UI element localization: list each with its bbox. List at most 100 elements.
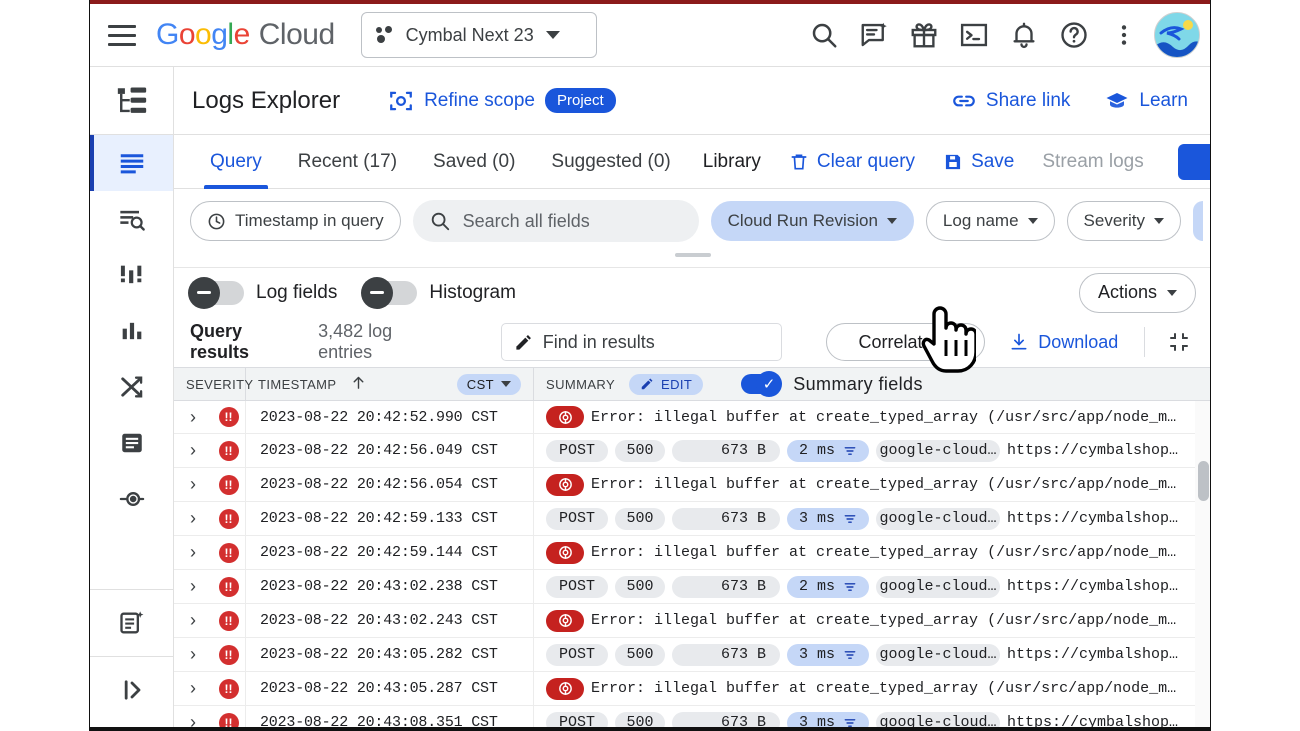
stream-logs-button[interactable]: Stream logs	[1028, 151, 1157, 173]
query-tabs: Query Recent (17) Saved (0) Suggested (0…	[174, 135, 1210, 189]
tab-saved[interactable]: Saved (0)	[415, 135, 533, 189]
tab-label: Saved (0)	[433, 150, 516, 172]
service-pill: google-cloud…	[876, 575, 1000, 598]
gift-icon[interactable]	[904, 15, 944, 55]
logs-metrics-icon	[122, 322, 141, 340]
resource-filter-chip[interactable]: Cloud Run Revision	[710, 201, 914, 241]
help-icon[interactable]	[1054, 15, 1094, 55]
table-row[interactable]: › !! 2023-08-22 20:42:56.049 CST POST 50…	[174, 434, 1210, 468]
expand-row-icon[interactable]: ›	[174, 440, 212, 461]
column-header-timestamp[interactable]: TIMESTAMP CST	[246, 368, 534, 400]
table-row[interactable]: › !! 2023-08-22 20:42:56.054 CST Error: …	[174, 468, 1210, 502]
tab-suggested[interactable]: Suggested (0)	[533, 135, 688, 189]
summary-fields-toggle[interactable]: ✓	[741, 371, 783, 397]
avatar[interactable]	[1154, 12, 1200, 58]
expand-row-icon[interactable]: ›	[174, 644, 212, 665]
table-row[interactable]: › !! 2023-08-22 20:42:52.990 CST Error: …	[174, 401, 1210, 434]
sidebar-item-expand-panel[interactable]	[90, 657, 173, 723]
table-row[interactable]: › !! 2023-08-22 20:43:05.287 CST Error: …	[174, 672, 1210, 706]
clock-icon	[208, 213, 225, 229]
download-button[interactable]: Download	[1009, 332, 1118, 353]
chevron-down-icon	[1027, 218, 1038, 224]
table-row[interactable]: › !! 2023-08-22 20:42:59.144 CST Error: …	[174, 536, 1210, 570]
overflow-filter-chip[interactable]	[1192, 201, 1203, 241]
row-summary: POST 500 673 B 3 ms google-cloud… https:…	[534, 643, 1210, 666]
actions-button[interactable]: Actions	[1078, 272, 1196, 313]
http-method-pill: POST	[546, 439, 608, 462]
share-link-button[interactable]: Share link	[951, 88, 1070, 114]
histogram-toggle[interactable]	[361, 276, 418, 309]
severity-filter-chip[interactable]: Severity	[1066, 201, 1181, 241]
screenshot-root: Google Cloud Cymbal Next 23 Logs Explore…	[0, 0, 1300, 731]
timestamp-filter-label: Timestamp in query	[235, 211, 384, 230]
find-in-results-input[interactable]: Find in results	[500, 323, 782, 361]
learn-button[interactable]: Learn	[1104, 89, 1188, 113]
scrollbar-track[interactable]	[1195, 401, 1210, 731]
find-in-results-placeholder: Find in results	[542, 331, 655, 352]
timezone-selector[interactable]: CST	[456, 373, 521, 395]
row-summary: Error: illegal buffer at create_typed_ar…	[534, 677, 1210, 700]
expand-row-icon[interactable]: ›	[174, 610, 212, 631]
panel-resize-handle[interactable]	[174, 253, 1210, 257]
hamburger-menu-icon[interactable]	[100, 13, 144, 57]
expand-row-icon[interactable]: ›	[174, 508, 212, 529]
error-icon: !!	[218, 474, 239, 495]
tab-recent[interactable]: Recent (17)	[280, 135, 415, 189]
expand-row-icon[interactable]: ›	[174, 678, 212, 699]
google-cloud-logo[interactable]: Google Cloud	[156, 18, 335, 52]
collapse-view-button[interactable]	[1161, 324, 1196, 360]
sidebar-item-error-reporting[interactable]	[90, 247, 173, 303]
table-row[interactable]: › !! 2023-08-22 20:43:05.282 CST POST 50…	[174, 638, 1210, 672]
sidebar-item-logs-explorer[interactable]	[90, 135, 173, 191]
more-vert-icon[interactable]	[1104, 15, 1144, 55]
project-selector[interactable]: Cymbal Next 23	[360, 12, 597, 58]
scope-badge: Project	[544, 88, 616, 113]
sort-ascending-icon[interactable]	[350, 374, 367, 394]
log-table-header: SEVERITY TIMESTAMP CST SUMMARY EDIT ✓ Su…	[174, 367, 1210, 401]
library-button[interactable]: Library	[689, 151, 775, 173]
tab-query[interactable]: Query	[192, 135, 280, 189]
clear-query-button[interactable]: Clear query	[775, 151, 929, 173]
sidebar-item-logs-storage[interactable]	[90, 415, 173, 471]
correlate-button[interactable]: Correlate	[825, 323, 986, 361]
search-icon[interactable]	[804, 15, 844, 55]
scope-icon	[390, 91, 412, 110]
toggle-knob	[361, 276, 394, 309]
status-code-pill: 500	[615, 439, 665, 462]
run-query-button[interactable]	[1178, 144, 1210, 180]
logo-letter: g	[211, 18, 228, 51]
timezone-label: CST	[466, 376, 494, 392]
sidebar-item-log-analytics[interactable]	[90, 191, 173, 247]
scrollbar-thumb[interactable]	[1198, 461, 1209, 501]
log-name-filter-chip[interactable]: Log name	[925, 201, 1055, 241]
status-code-pill: 500	[615, 575, 665, 598]
save-button[interactable]: Save	[929, 151, 1028, 173]
notifications-icon[interactable]	[1004, 15, 1044, 55]
search-input[interactable]: Search all fields	[412, 200, 699, 242]
response-size-pill: 673 B	[672, 575, 780, 598]
expand-row-icon[interactable]: ›	[174, 407, 212, 428]
cloud-shell-icon[interactable]	[954, 15, 994, 55]
column-header-severity[interactable]: SEVERITY	[174, 368, 253, 400]
table-row[interactable]: › !! 2023-08-22 20:43:02.238 CST POST 50…	[174, 570, 1210, 604]
trash-icon	[791, 154, 807, 169]
table-row[interactable]: › !! 2023-08-22 20:43:02.243 CST Error: …	[174, 604, 1210, 638]
page-title: Logs Explorer	[192, 86, 341, 114]
log-fields-toggle[interactable]	[188, 276, 244, 309]
table-row[interactable]: › !! 2023-08-22 20:42:59.133 CST POST 50…	[174, 502, 1210, 536]
sidebar-item-logs-metrics[interactable]	[90, 303, 173, 359]
expand-row-icon[interactable]: ›	[174, 542, 212, 563]
feedback-icon[interactable]	[854, 15, 894, 55]
expand-row-icon[interactable]: ›	[174, 474, 212, 495]
edit-summary-fields-button[interactable]: EDIT	[629, 373, 704, 395]
sidebar-item-logs-router[interactable]	[90, 359, 173, 415]
timestamp-filter-chip[interactable]: Timestamp in query	[190, 201, 401, 241]
sidebar-item-logs-navigation[interactable]	[90, 67, 173, 135]
sidebar-item-logs-assist[interactable]	[90, 590, 173, 656]
tab-label: Recent (17)	[297, 150, 398, 172]
refine-scope-button[interactable]: Refine scope Project	[388, 88, 616, 114]
log-fields-label: Log fields	[256, 281, 338, 303]
chevron-down-icon	[1167, 289, 1177, 296]
sidebar-item-log-ingestion[interactable]	[90, 471, 173, 527]
expand-row-icon[interactable]: ›	[174, 576, 212, 597]
